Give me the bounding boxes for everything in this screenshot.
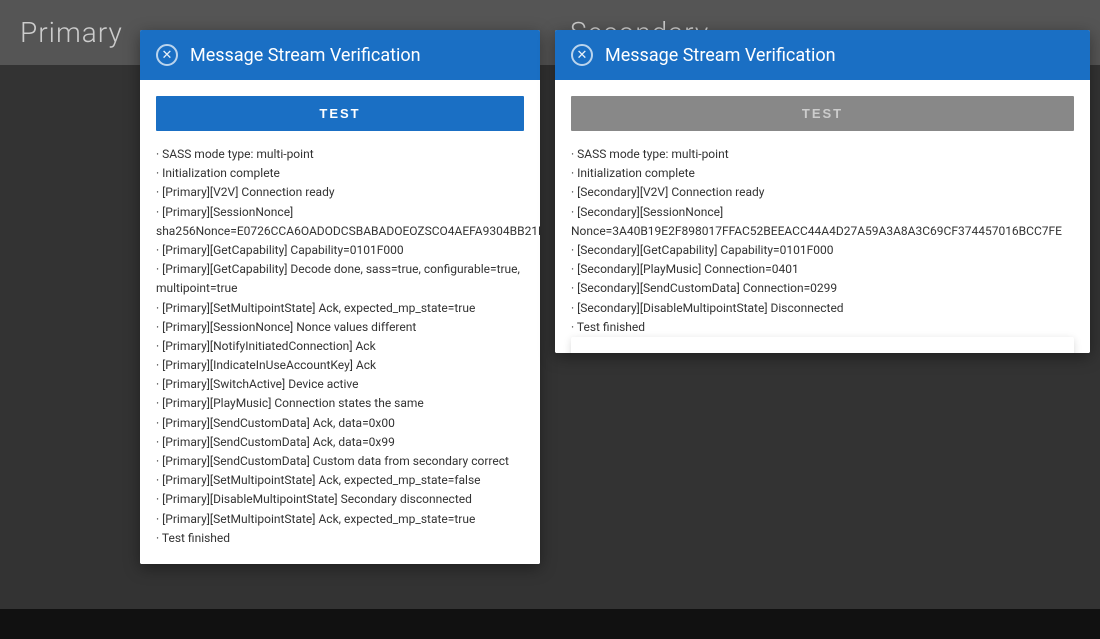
- primary-label: Primary: [20, 16, 123, 49]
- log-line: · [Primary][SessionNonce] sha256Nonce=E0…: [156, 203, 524, 241]
- log-line: · [Secondary][V2V] Connection ready: [571, 183, 1074, 202]
- log-line: · [Secondary][SendCustomData] Connection…: [571, 279, 1074, 298]
- log-line: · [Secondary][DisableMultipointState] Di…: [571, 299, 1074, 318]
- log-line: · [Primary][SessionNonce] Nonce values d…: [156, 318, 524, 337]
- log-line: · [Primary][SendCustomData] Ack, data=0x…: [156, 433, 524, 452]
- secondary-bottom-bar: [550, 609, 1100, 639]
- primary-dialog-title: Message Stream Verification: [190, 45, 421, 66]
- log-line: · [Primary][DisableMultipointState] Seco…: [156, 490, 524, 509]
- primary-dialog-body: TEST · SASS mode type: multi-point· Init…: [140, 80, 540, 564]
- secondary-panel: Secondary ✕ Message Stream Verification …: [550, 0, 1100, 639]
- secondary-dialog-title: Message Stream Verification: [605, 45, 836, 66]
- secondary-close-button[interactable]: ✕: [571, 44, 593, 66]
- log-line: · Test finished: [571, 318, 1074, 337]
- primary-bottom-bar: [0, 609, 550, 639]
- secondary-dialog-body: TEST · SASS mode type: multi-point· Init…: [555, 80, 1090, 353]
- log-line: · Initialization complete: [571, 164, 1074, 183]
- primary-test-button[interactable]: TEST: [156, 96, 524, 131]
- log-line: · [Primary][SetMultipointState] Ack, exp…: [156, 510, 524, 529]
- log-line: · [Primary][GetCapability] Decode done, …: [156, 260, 524, 298]
- primary-log-area: · SASS mode type: multi-point· Initializ…: [156, 145, 524, 548]
- primary-dialog-titlebar: ✕ Message Stream Verification: [140, 30, 540, 80]
- log-line: · Test finished: [156, 529, 524, 548]
- log-line: · [Primary][SetMultipointState] Ack, exp…: [156, 471, 524, 490]
- log-line: · Initialization complete: [156, 164, 524, 183]
- secondary-test-button: TEST: [571, 96, 1074, 131]
- log-line: · [Primary][SwitchActive] Device active: [156, 375, 524, 394]
- log-line: · [Primary][GetCapability] Capability=01…: [156, 241, 524, 260]
- log-line: · [Primary][IndicateInUseAccountKey] Ack: [156, 356, 524, 375]
- primary-dialog: ✕ Message Stream Verification TEST · SAS…: [140, 30, 540, 564]
- log-line: · [Secondary][SessionNonce] Nonce=3A40B1…: [571, 203, 1074, 241]
- secondary-result-dialog: Test done. Result=SUCCESS OK: [571, 337, 1074, 353]
- log-line: · [Primary][V2V] Connection ready: [156, 183, 524, 202]
- log-line: · [Primary][NotifyInitiatedConnection] A…: [156, 337, 524, 356]
- log-line: · [Primary][SendCustomData] Ack, data=0x…: [156, 414, 524, 433]
- secondary-dialog: ✕ Message Stream Verification TEST · SAS…: [555, 30, 1090, 353]
- log-line: · SASS mode type: multi-point: [156, 145, 524, 164]
- secondary-dialog-titlebar: ✕ Message Stream Verification: [555, 30, 1090, 80]
- primary-close-button[interactable]: ✕: [156, 44, 178, 66]
- log-line: · SASS mode type: multi-point: [571, 145, 1074, 164]
- log-line: · [Primary][SetMultipointState] Ack, exp…: [156, 299, 524, 318]
- primary-panel: Primary ✕ Message Stream Verification TE…: [0, 0, 550, 639]
- secondary-log-area: · SASS mode type: multi-point· Initializ…: [571, 145, 1074, 337]
- log-line: · [Secondary][GetCapability] Capability=…: [571, 241, 1074, 260]
- log-line: · [Primary][PlayMusic] Connection states…: [156, 394, 524, 413]
- log-line: · [Secondary][PlayMusic] Connection=0401: [571, 260, 1074, 279]
- log-line: · [Primary][SendCustomData] Custom data …: [156, 452, 524, 471]
